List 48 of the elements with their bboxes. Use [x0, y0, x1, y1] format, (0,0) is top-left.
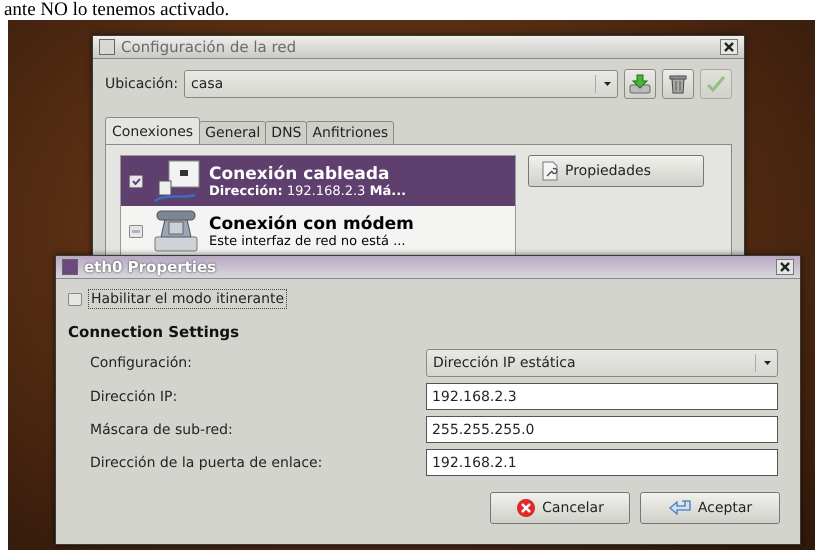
- connection-detail: Dirección: 192.168.2.3 Má...: [209, 184, 406, 198]
- close-icon: [780, 262, 790, 272]
- return-arrow-icon: [668, 499, 692, 517]
- cancel-icon: [516, 498, 536, 518]
- cancel-button[interactable]: Cancelar: [490, 492, 630, 524]
- location-dropdown[interactable]: casa: [184, 70, 618, 98]
- window-menu-icon[interactable]: [99, 39, 115, 55]
- connection-name: Conexión cableada: [209, 164, 390, 184]
- tab[interactable]: DNS: [265, 121, 308, 145]
- field-label: Configuración:: [90, 355, 193, 371]
- connection-checkbox[interactable]: [129, 174, 143, 188]
- configuration-dropdown[interactable]: Dirección IP estática: [426, 349, 778, 377]
- field-label: Dirección de la puerta de enlace:: [90, 454, 324, 470]
- ok-button[interactable]: Aceptar: [640, 492, 780, 524]
- connection-name: Conexión con módem: [209, 214, 414, 234]
- checkmark-icon: [706, 75, 726, 93]
- dialog-title: eth0 Properties: [84, 258, 218, 276]
- connection-detail: Este interfaz de red no está ...: [209, 234, 407, 248]
- caption-text: ante NO lo tenemos activado.: [3, 0, 230, 20]
- roaming-label[interactable]: Habilitar el modo itinerante: [88, 289, 288, 309]
- close-button[interactable]: [720, 39, 738, 55]
- dropdown-arrow-icon: [604, 82, 611, 86]
- location-label: Ubicación:: [105, 76, 178, 92]
- dash-icon: [132, 230, 140, 232]
- field-label: Dirección IP:: [90, 388, 178, 404]
- input-field[interactable]: 192.168.2.1: [426, 449, 778, 476]
- checkmark-icon: [132, 178, 140, 184]
- trash-icon: [669, 74, 687, 94]
- connection-checkbox[interactable]: [129, 224, 143, 238]
- dropdown-arrow-icon: [764, 361, 771, 365]
- roaming-checkbox[interactable]: [68, 292, 82, 306]
- close-icon: [724, 42, 734, 52]
- properties-button[interactable]: Propiedades: [528, 155, 704, 187]
- input-field[interactable]: 192.168.2.3: [426, 383, 778, 410]
- field-label: Máscara de sub-red:: [90, 422, 234, 438]
- input-field[interactable]: 255.255.255.0: [426, 416, 778, 443]
- close-button[interactable]: [776, 259, 794, 275]
- tab[interactable]: General: [199, 121, 266, 145]
- document-wrench-icon: [541, 161, 559, 181]
- window-title: Configuración de la red: [121, 38, 298, 56]
- connection-row[interactable]: Conexión con módem Este interfaz de red no está ...: [121, 206, 515, 256]
- tab[interactable]: Conexiones: [105, 117, 200, 145]
- section-heading: Connection Settings: [68, 323, 240, 341]
- download-icon: [629, 74, 651, 94]
- connection-row[interactable]: Conexión cableada Dirección: 192.168.2.3 Má...: [121, 156, 515, 206]
- tab[interactable]: Anfitriones: [306, 121, 394, 145]
- delete-button[interactable]: [662, 69, 694, 99]
- save-button[interactable]: [624, 69, 656, 99]
